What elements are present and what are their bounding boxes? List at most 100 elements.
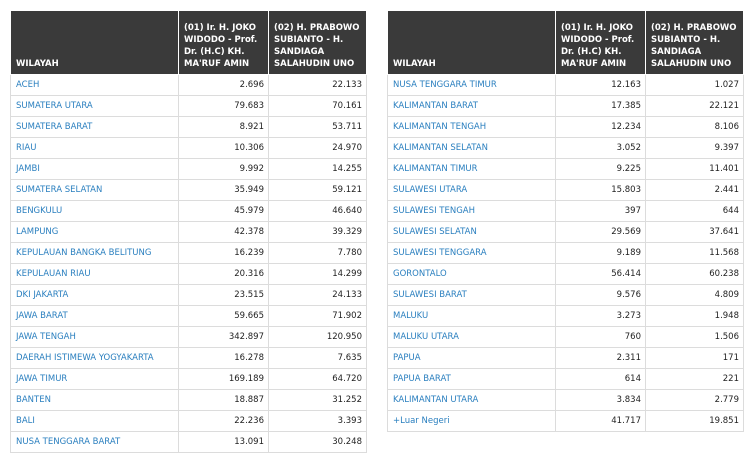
votes-candidate-2: 9.397 [645,137,744,159]
region-link[interactable]: GORONTALO [387,263,556,285]
region-link[interactable]: DKI JAKARTA [10,284,179,306]
region-link[interactable]: JAWA TENGAH [10,326,179,348]
votes-candidate-1: 3.273 [555,305,646,327]
region-link[interactable]: +Luar Negeri [387,410,556,432]
votes-candidate-1: 17.385 [555,95,646,117]
region-link[interactable]: MALUKU [387,305,556,327]
table-row: MALUKU 3.273 1.948 [387,305,744,327]
region-link[interactable]: BENGKULU [10,200,179,222]
region-link[interactable]: JAMBI [10,158,179,180]
votes-candidate-2: 171 [645,347,744,369]
votes-candidate-2: 11.401 [645,158,744,180]
table-row: MALUKU UTARA 760 1.506 [387,326,744,348]
votes-candidate-2: 39.329 [268,221,367,243]
votes-candidate-1: 22.236 [178,410,269,432]
region-link[interactable]: SULAWESI SELATAN [387,221,556,243]
table-row: KEPULAUAN RIAU 20.316 14.299 [10,263,367,285]
votes-candidate-1: 10.306 [178,137,269,159]
region-link[interactable]: KALIMANTAN TENGAH [387,116,556,138]
region-link[interactable]: KALIMANTAN TIMUR [387,158,556,180]
region-link[interactable]: SUMATERA SELATAN [10,179,179,201]
votes-candidate-2: 120.950 [268,326,367,348]
region-link[interactable]: PAPUA BARAT [387,368,556,390]
table-row: BANTEN 18.887 31.252 [10,389,367,411]
table-row: JAWA TENGAH 342.897 120.950 [10,326,367,348]
table-row: PAPUA 2.311 171 [387,347,744,369]
votes-candidate-2: 30.248 [268,431,367,453]
header-candidate-1[interactable]: (01) Ir. H. JOKO WIDODO - Prof. Dr. (H.C… [555,10,646,75]
votes-candidate-2: 14.255 [268,158,367,180]
region-link[interactable]: DAERAH ISTIMEWA YOGYAKARTA [10,347,179,369]
region-link[interactable]: SULAWESI TENGGARA [387,242,556,264]
table-row: SULAWESI UTARA 15.803 2.441 [387,179,744,201]
table-row: KALIMANTAN UTARA 3.834 2.779 [387,389,744,411]
table-row: +Luar Negeri 41.717 19.851 [387,410,744,432]
votes-candidate-2: 24.970 [268,137,367,159]
header-row: WILAYAH (01) Ir. H. JOKO WIDODO - Prof. … [10,10,367,75]
votes-candidate-2: 8.106 [645,116,744,138]
region-link[interactable]: BANTEN [10,389,179,411]
table-row: DAERAH ISTIMEWA YOGYAKARTA 16.278 7.635 [10,347,367,369]
table-row: DKI JAKARTA 23.515 24.133 [10,284,367,306]
votes-candidate-2: 71.902 [268,305,367,327]
region-link[interactable]: PAPUA [387,347,556,369]
votes-candidate-1: 2.696 [178,74,269,96]
region-link[interactable]: BALI [10,410,179,432]
votes-candidate-2: 46.640 [268,200,367,222]
votes-candidate-2: 11.568 [645,242,744,264]
region-link[interactable]: ACEH [10,74,179,96]
region-link[interactable]: SUMATERA UTARA [10,95,179,117]
region-link[interactable]: SULAWESI TENGAH [387,200,556,222]
header-region[interactable]: WILAYAH [10,10,179,75]
region-link[interactable]: SULAWESI UTARA [387,179,556,201]
region-link[interactable]: SULAWESI BARAT [387,284,556,306]
header-candidate-2[interactable]: (02) H. PRABOWO SUBIANTO - H. SANDIAGA S… [645,10,744,75]
table-row: SUMATERA UTARA 79.683 70.161 [10,95,367,117]
table-row: KALIMANTAN TIMUR 9.225 11.401 [387,158,744,180]
votes-candidate-1: 614 [555,368,646,390]
votes-candidate-2: 14.299 [268,263,367,285]
votes-candidate-1: 760 [555,326,646,348]
votes-candidate-1: 15.803 [555,179,646,201]
header-candidate-1[interactable]: (01) Ir. H. JOKO WIDODO - Prof. Dr. (H.C… [178,10,269,75]
table-row: ACEH 2.696 22.133 [10,74,367,96]
region-link[interactable]: KALIMANTAN BARAT [387,95,556,117]
region-link[interactable]: NUSA TENGGARA BARAT [10,431,179,453]
votes-candidate-1: 9.225 [555,158,646,180]
votes-candidate-1: 18.887 [178,389,269,411]
region-link[interactable]: KEPULAUAN RIAU [10,263,179,285]
header-candidate-2[interactable]: (02) H. PRABOWO SUBIANTO - H. SANDIAGA S… [268,10,367,75]
votes-candidate-1: 42.378 [178,221,269,243]
header-region[interactable]: WILAYAH [387,10,556,75]
table-row: KALIMANTAN SELATAN 3.052 9.397 [387,137,744,159]
region-link[interactable]: MALUKU UTARA [387,326,556,348]
region-link[interactable]: KEPULAUAN BANGKA BELITUNG [10,242,179,264]
table-row: SULAWESI SELATAN 29.569 37.641 [387,221,744,243]
region-link[interactable]: NUSA TENGGARA TIMUR [387,74,556,96]
table-row: LAMPUNG 42.378 39.329 [10,221,367,243]
votes-candidate-2: 644 [645,200,744,222]
votes-candidate-2: 1.948 [645,305,744,327]
region-link[interactable]: RIAU [10,137,179,159]
region-link[interactable]: JAWA TIMUR [10,368,179,390]
region-link[interactable]: SUMATERA BARAT [10,116,179,138]
table-row: KALIMANTAN TENGAH 12.234 8.106 [387,116,744,138]
votes-candidate-2: 37.641 [645,221,744,243]
region-link[interactable]: KALIMANTAN SELATAN [387,137,556,159]
votes-candidate-1: 9.576 [555,284,646,306]
votes-candidate-2: 7.635 [268,347,367,369]
votes-candidate-1: 59.665 [178,305,269,327]
region-link[interactable]: KALIMANTAN UTARA [387,389,556,411]
votes-candidate-1: 16.239 [178,242,269,264]
region-link[interactable]: LAMPUNG [10,221,179,243]
votes-candidate-1: 397 [555,200,646,222]
table-row: SULAWESI BARAT 9.576 4.809 [387,284,744,306]
votes-candidate-1: 9.992 [178,158,269,180]
table-row: NUSA TENGGARA BARAT 13.091 30.248 [10,431,367,453]
region-link[interactable]: JAWA BARAT [10,305,179,327]
table-row: JAWA BARAT 59.665 71.902 [10,305,367,327]
votes-candidate-1: 9.189 [555,242,646,264]
votes-candidate-2: 3.393 [268,410,367,432]
votes-candidate-2: 2.441 [645,179,744,201]
votes-candidate-1: 342.897 [178,326,269,348]
